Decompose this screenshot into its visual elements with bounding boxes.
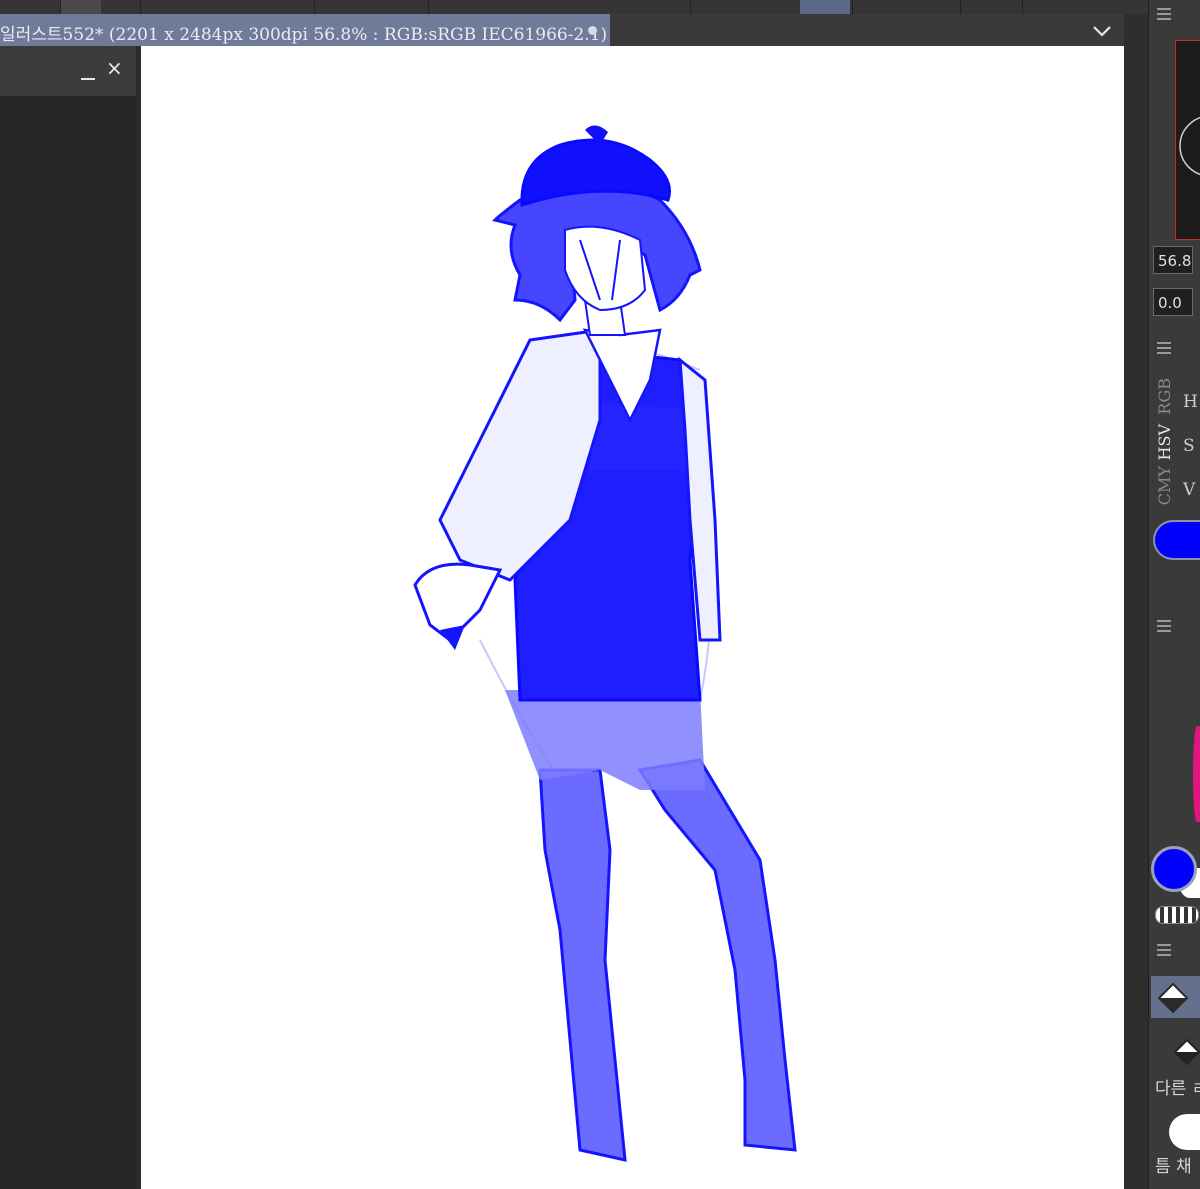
toolbar-button[interactable] — [1022, 0, 1147, 14]
toolbar-button[interactable] — [60, 0, 101, 14]
channel-v-label: V — [1183, 480, 1196, 500]
zoom-field[interactable]: 56.8 — [1153, 246, 1193, 274]
tab-rgb[interactable]: RGB — [1155, 378, 1174, 415]
left-panel-body — [0, 96, 141, 1189]
fill-subtool-button[interactable] — [1157, 1032, 1200, 1072]
unsaved-indicator-icon — [588, 26, 597, 35]
close-icon[interactable]: × — [106, 58, 123, 78]
channel-h-label: H — [1183, 392, 1198, 412]
top-toolbar — [0, 0, 1148, 14]
hamburger-menu-icon[interactable] — [1157, 944, 1171, 956]
chevron-down-icon[interactable] — [1088, 18, 1116, 42]
toolbar-button[interactable] — [314, 0, 425, 14]
tab-cmy[interactable]: CMY — [1155, 466, 1174, 505]
sketch-artwork — [413, 125, 797, 1162]
paint-bucket-icon — [1157, 982, 1189, 1014]
gap-close-slider-knob[interactable] — [1169, 1114, 1200, 1150]
toolbar-button[interactable] — [852, 0, 959, 14]
channel-s-label: S — [1183, 436, 1195, 456]
hamburger-menu-icon[interactable] — [1157, 342, 1171, 354]
main-color-swatch[interactable] — [1151, 846, 1197, 892]
fill-tool-button[interactable] — [1151, 976, 1200, 1018]
current-color-swatch[interactable] — [1153, 520, 1200, 560]
color-wheel[interactable] — [1193, 726, 1200, 822]
hamburger-menu-icon[interactable] — [1157, 8, 1171, 20]
subtool-label: 다른 ㄹ — [1155, 1079, 1200, 1099]
minimize-icon[interactable] — [80, 59, 96, 83]
toolbar-button[interactable] — [428, 0, 689, 14]
drawing-canvas[interactable] — [141, 46, 1124, 1189]
toolbar-button[interactable] — [690, 0, 799, 14]
left-panel-header: × — [0, 46, 136, 96]
document-tab-title: 일러스트552* (2201 x 2484px 300dpi 56.8% : R… — [0, 25, 608, 45]
angle-field[interactable]: 0.0 — [1153, 288, 1193, 316]
toolbar-button[interactable] — [960, 0, 1021, 14]
navigator-preview[interactable] — [1175, 40, 1200, 240]
tab-hsv[interactable]: HSV — [1155, 424, 1174, 460]
right-panel-dock: 56.8 0.0 RGB HSV CMY H S V 다른 ㄹ 틈 채 — [1148, 0, 1200, 1189]
subtool-label: 틈 채 — [1155, 1157, 1192, 1177]
document-tab[interactable]: 일러스트552* (2201 x 2484px 300dpi 56.8% : R… — [0, 14, 610, 46]
transparent-color-toggle[interactable] — [1155, 906, 1199, 924]
toolbar-button-active[interactable] — [800, 0, 850, 14]
document-tab-bar: 일러스트552* (2201 x 2484px 300dpi 56.8% : R… — [0, 14, 1124, 47]
toolbar-button[interactable] — [140, 0, 171, 14]
navigator-thumbnail — [1179, 116, 1200, 176]
paint-bucket-icon — [1173, 1038, 1200, 1066]
panel-gutter — [1124, 14, 1148, 1189]
hamburger-menu-icon[interactable] — [1157, 620, 1171, 632]
